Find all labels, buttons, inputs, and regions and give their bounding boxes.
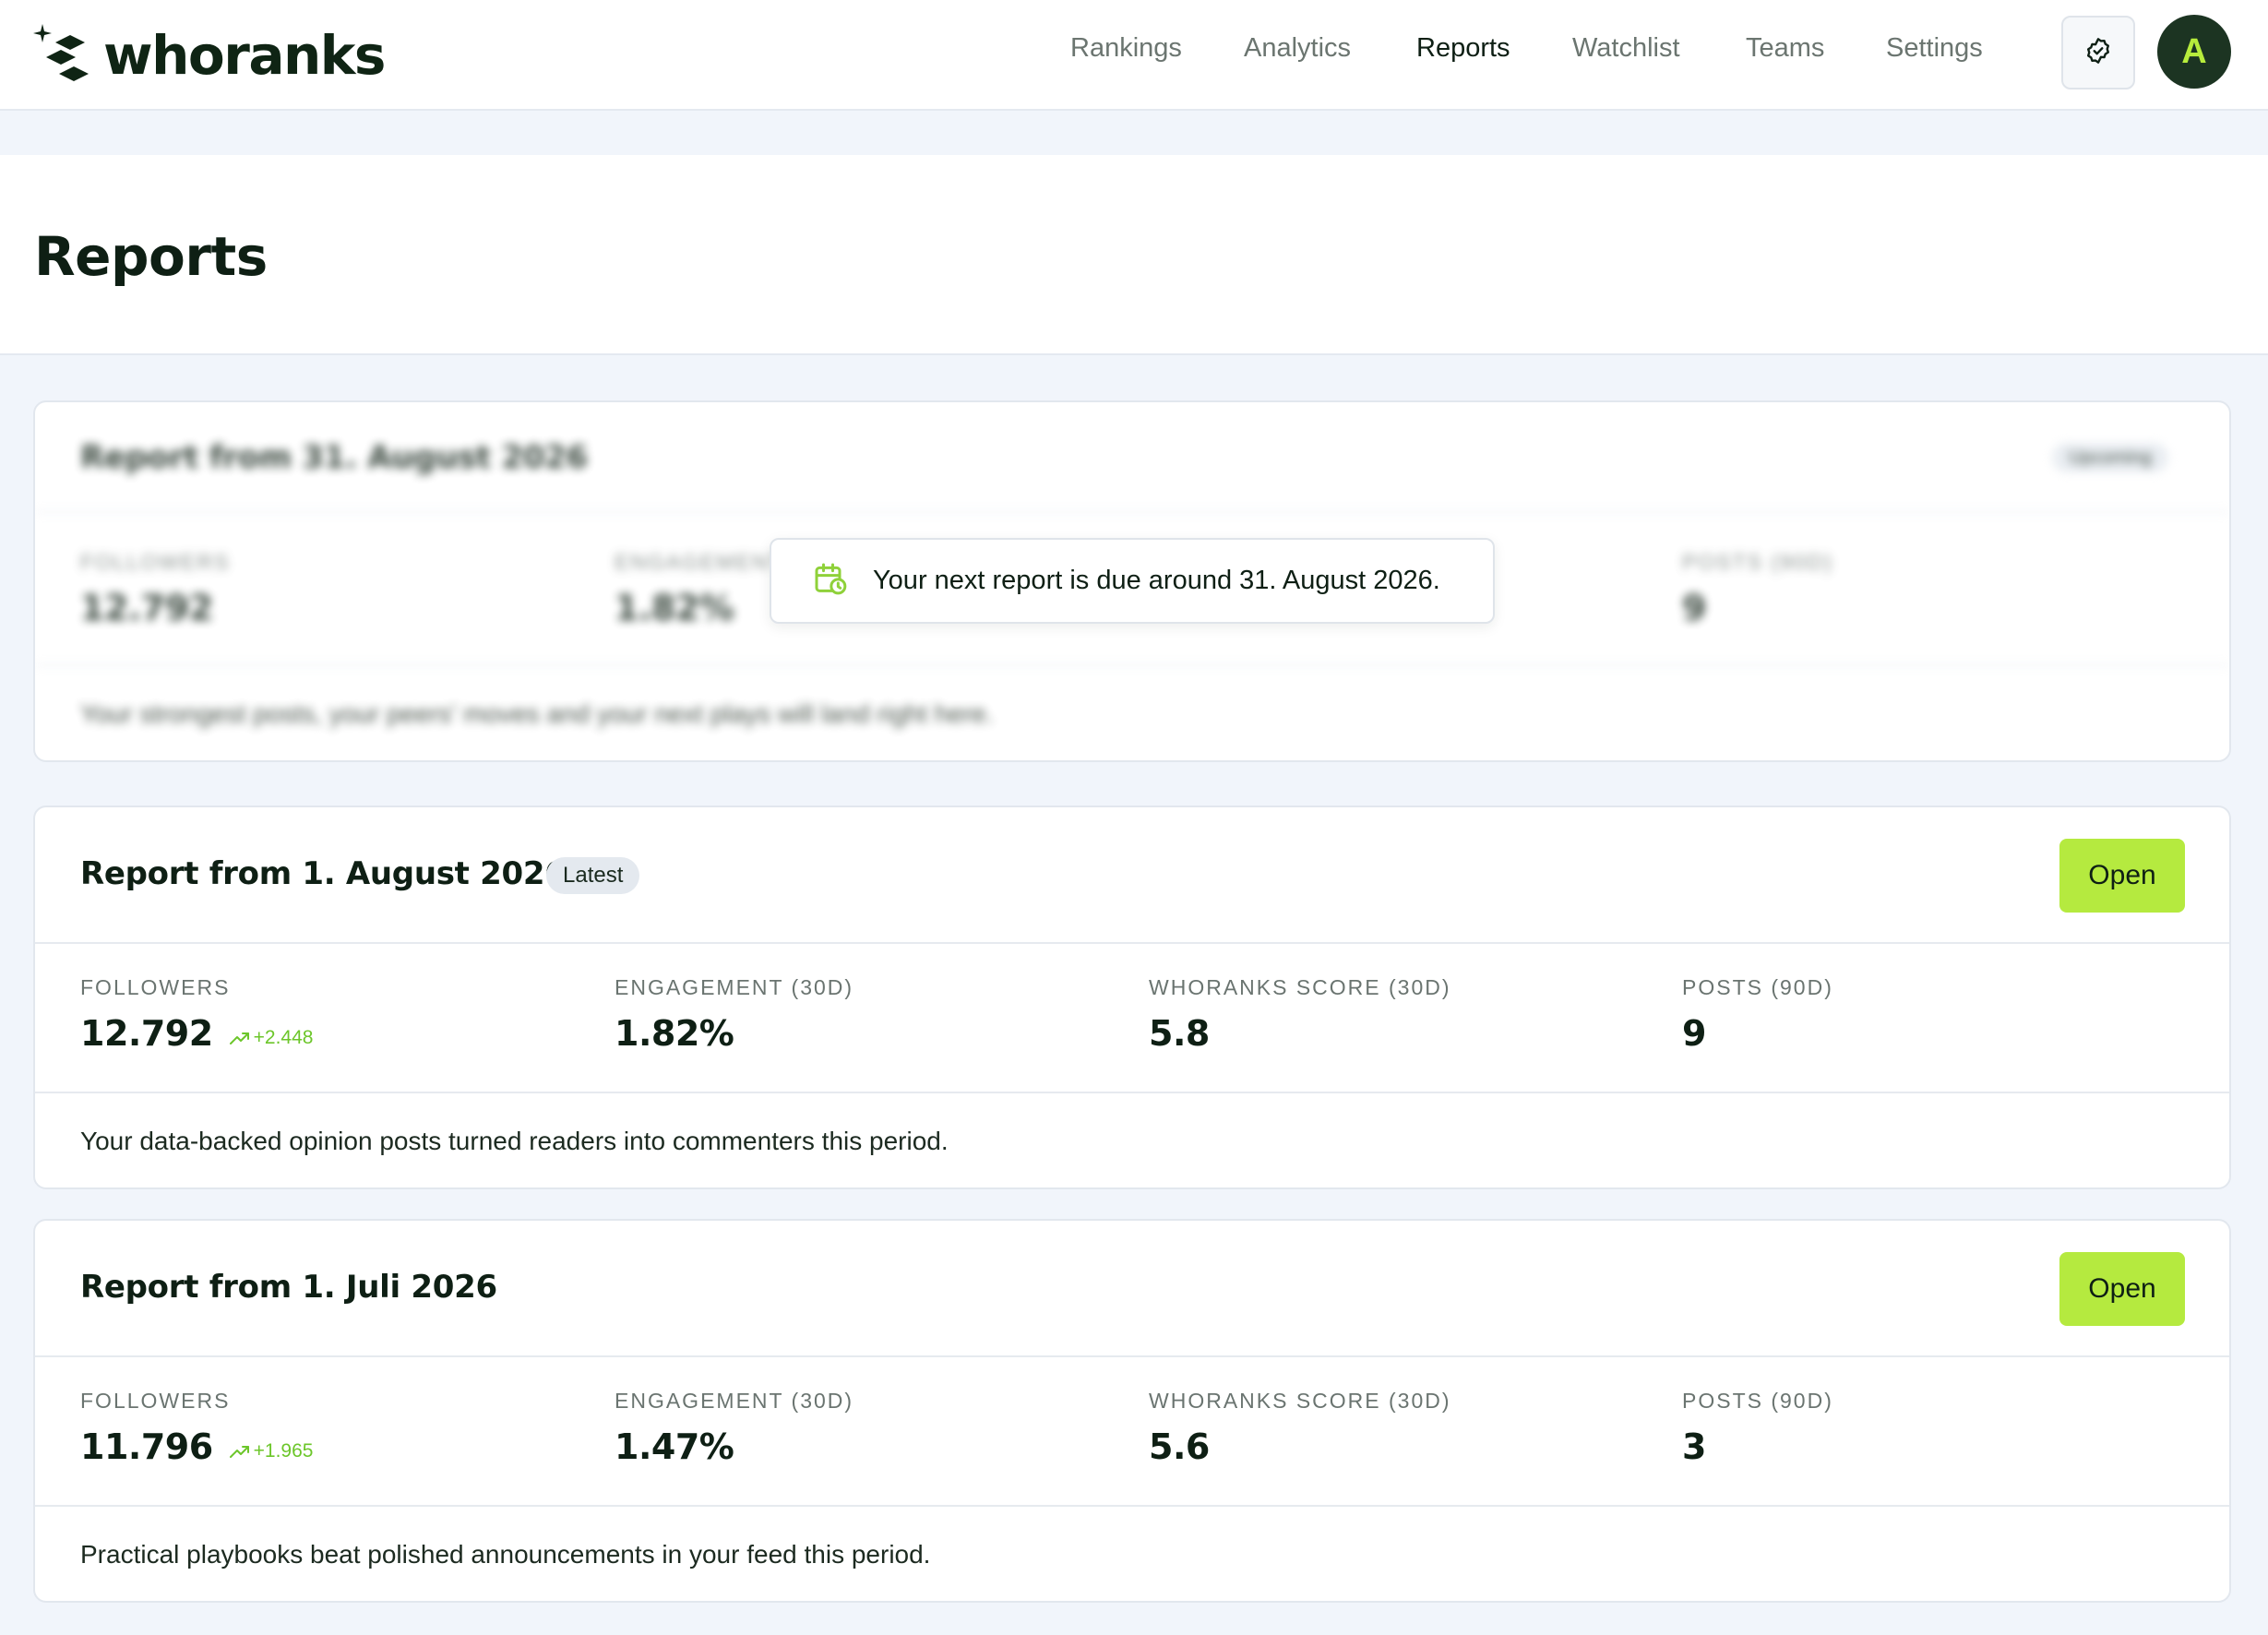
brand-logo[interactable]: whoranks [33,18,386,92]
metric-value: 1.82% [615,1013,734,1054]
metric-posts: POSTS (90D) 3 [1682,1389,1833,1467]
calendar-clock-icon [812,560,849,602]
metric-score: WHORANKS SCORE (30D) 5.6 [1149,1389,1451,1467]
metric-value: 9 [1682,1013,1706,1054]
report-summary: Your data-backed opinion posts turned re… [80,1127,949,1155]
delta-value: +2.448 [253,1027,314,1048]
page-title: Reports [34,225,268,288]
metric-label: WHORANKS SCORE (30D) [1149,1389,1451,1413]
trending-up-icon [229,1446,249,1458]
divider [35,942,2229,944]
metric-value: 1.47% [615,1426,734,1467]
metric-value: 5.6 [1149,1426,1210,1467]
metric-value: 3 [1682,1426,1706,1467]
metric-value-row: 12.792 +2.448 [80,1013,313,1054]
nav-watchlist[interactable]: Watchlist [1572,33,1680,64]
trending-up-icon [229,1032,249,1044]
metric-label: FOLLOWERS [80,975,231,999]
nav-teams[interactable]: Teams [1746,33,1824,64]
latest-badge: Latest [546,857,640,894]
next-report-notice: Your next report is due around 31. Augus… [770,538,1495,624]
open-report-button[interactable]: Open [2059,839,2185,913]
metric-label: POSTS (90D) [1682,1389,1833,1413]
metric-followers: FOLLOWERS 12.792 +2.448 [80,975,313,1054]
metric-score: WHORANKS SCORE (30D) 5.8 [1149,975,1451,1054]
metric-followers: FOLLOWERS 11.796 +1.965 [80,1389,313,1467]
divider [35,1505,2229,1507]
metric-engagement: ENGAGEMENT (30D) 1.47% [615,1389,853,1467]
verified-status-button[interactable] [2061,16,2135,90]
divider [35,1355,2229,1357]
metric-value: 12.792 [80,1013,213,1054]
metric-label: ENGAGEMENT (30D) [615,975,854,999]
divider [35,664,2229,666]
metric-value: 1.82% [615,588,734,628]
upcoming-summary: Your strongest posts, your peers' moves … [80,699,994,728]
next-report-text: Your next report is due around 31. Augus… [873,566,1440,595]
metric-label: FOLLOWERS [80,1389,231,1413]
metric-value: 9 [1682,588,1706,628]
followers-delta: +2.448 [229,1027,314,1049]
metric-label: WHORANKS SCORE (30D) [1149,975,1451,999]
nav-reports[interactable]: Reports [1416,33,1510,64]
whoranks-logo-icon [33,22,90,89]
report-title: Report from 1. August 2026 [80,855,567,892]
nav-settings[interactable]: Settings [1886,33,1983,64]
metric-value: 5.8 [1149,1013,1210,1054]
report-summary: Practical playbooks beat polished announ… [80,1540,931,1569]
divider [35,1092,2229,1093]
upcoming-badge: Upcoming [2052,443,2169,472]
page-header: Reports [0,155,2268,355]
upcoming-metric-engagement: ENGAGEMENT 1.82% [615,550,784,628]
metric-engagement: ENGAGEMENT (30D) 1.82% [615,975,853,1054]
metric-label: POSTS (90D) [1682,975,1833,999]
metric-label: ENGAGEMENT [615,550,784,574]
metric-label: FOLLOWERS [80,550,231,574]
upcoming-metric-followers: FOLLOWERS 12.792 [80,550,230,628]
metric-label: POSTS (90D) [1682,550,1833,574]
nav-analytics[interactable]: Analytics [1244,33,1351,64]
nav-rankings[interactable]: Rankings [1070,33,1182,64]
upcoming-metric-posts: POSTS (90D) 9 [1682,550,1833,628]
user-avatar[interactable]: A [2157,15,2231,89]
divider [35,511,2229,513]
upcoming-report-title: Report from 31. August 2026 [80,439,588,476]
top-navigation-bar: whoranks Rankings Analytics Reports Watc… [0,0,2268,111]
metric-posts: POSTS (90D) 9 [1682,975,1833,1054]
badge-check-icon [2083,36,2113,70]
open-report-button[interactable]: Open [2059,1252,2185,1326]
metric-value: 12.792 [80,588,213,628]
delta-value: +1.965 [253,1440,314,1462]
followers-delta: +1.965 [229,1440,314,1462]
report-card-latest: Report from 1. August 2026 Latest Open F… [33,806,2231,1189]
report-card: Report from 1. Juli 2026 Open FOLLOWERS … [33,1219,2231,1603]
report-title: Report from 1. Juli 2026 [80,1269,497,1306]
metric-value: 11.796 [80,1426,213,1467]
metric-label: ENGAGEMENT (30D) [615,1389,854,1413]
brand-name: whoranks [103,24,386,87]
metric-value-row: 11.796 +1.965 [80,1426,313,1467]
